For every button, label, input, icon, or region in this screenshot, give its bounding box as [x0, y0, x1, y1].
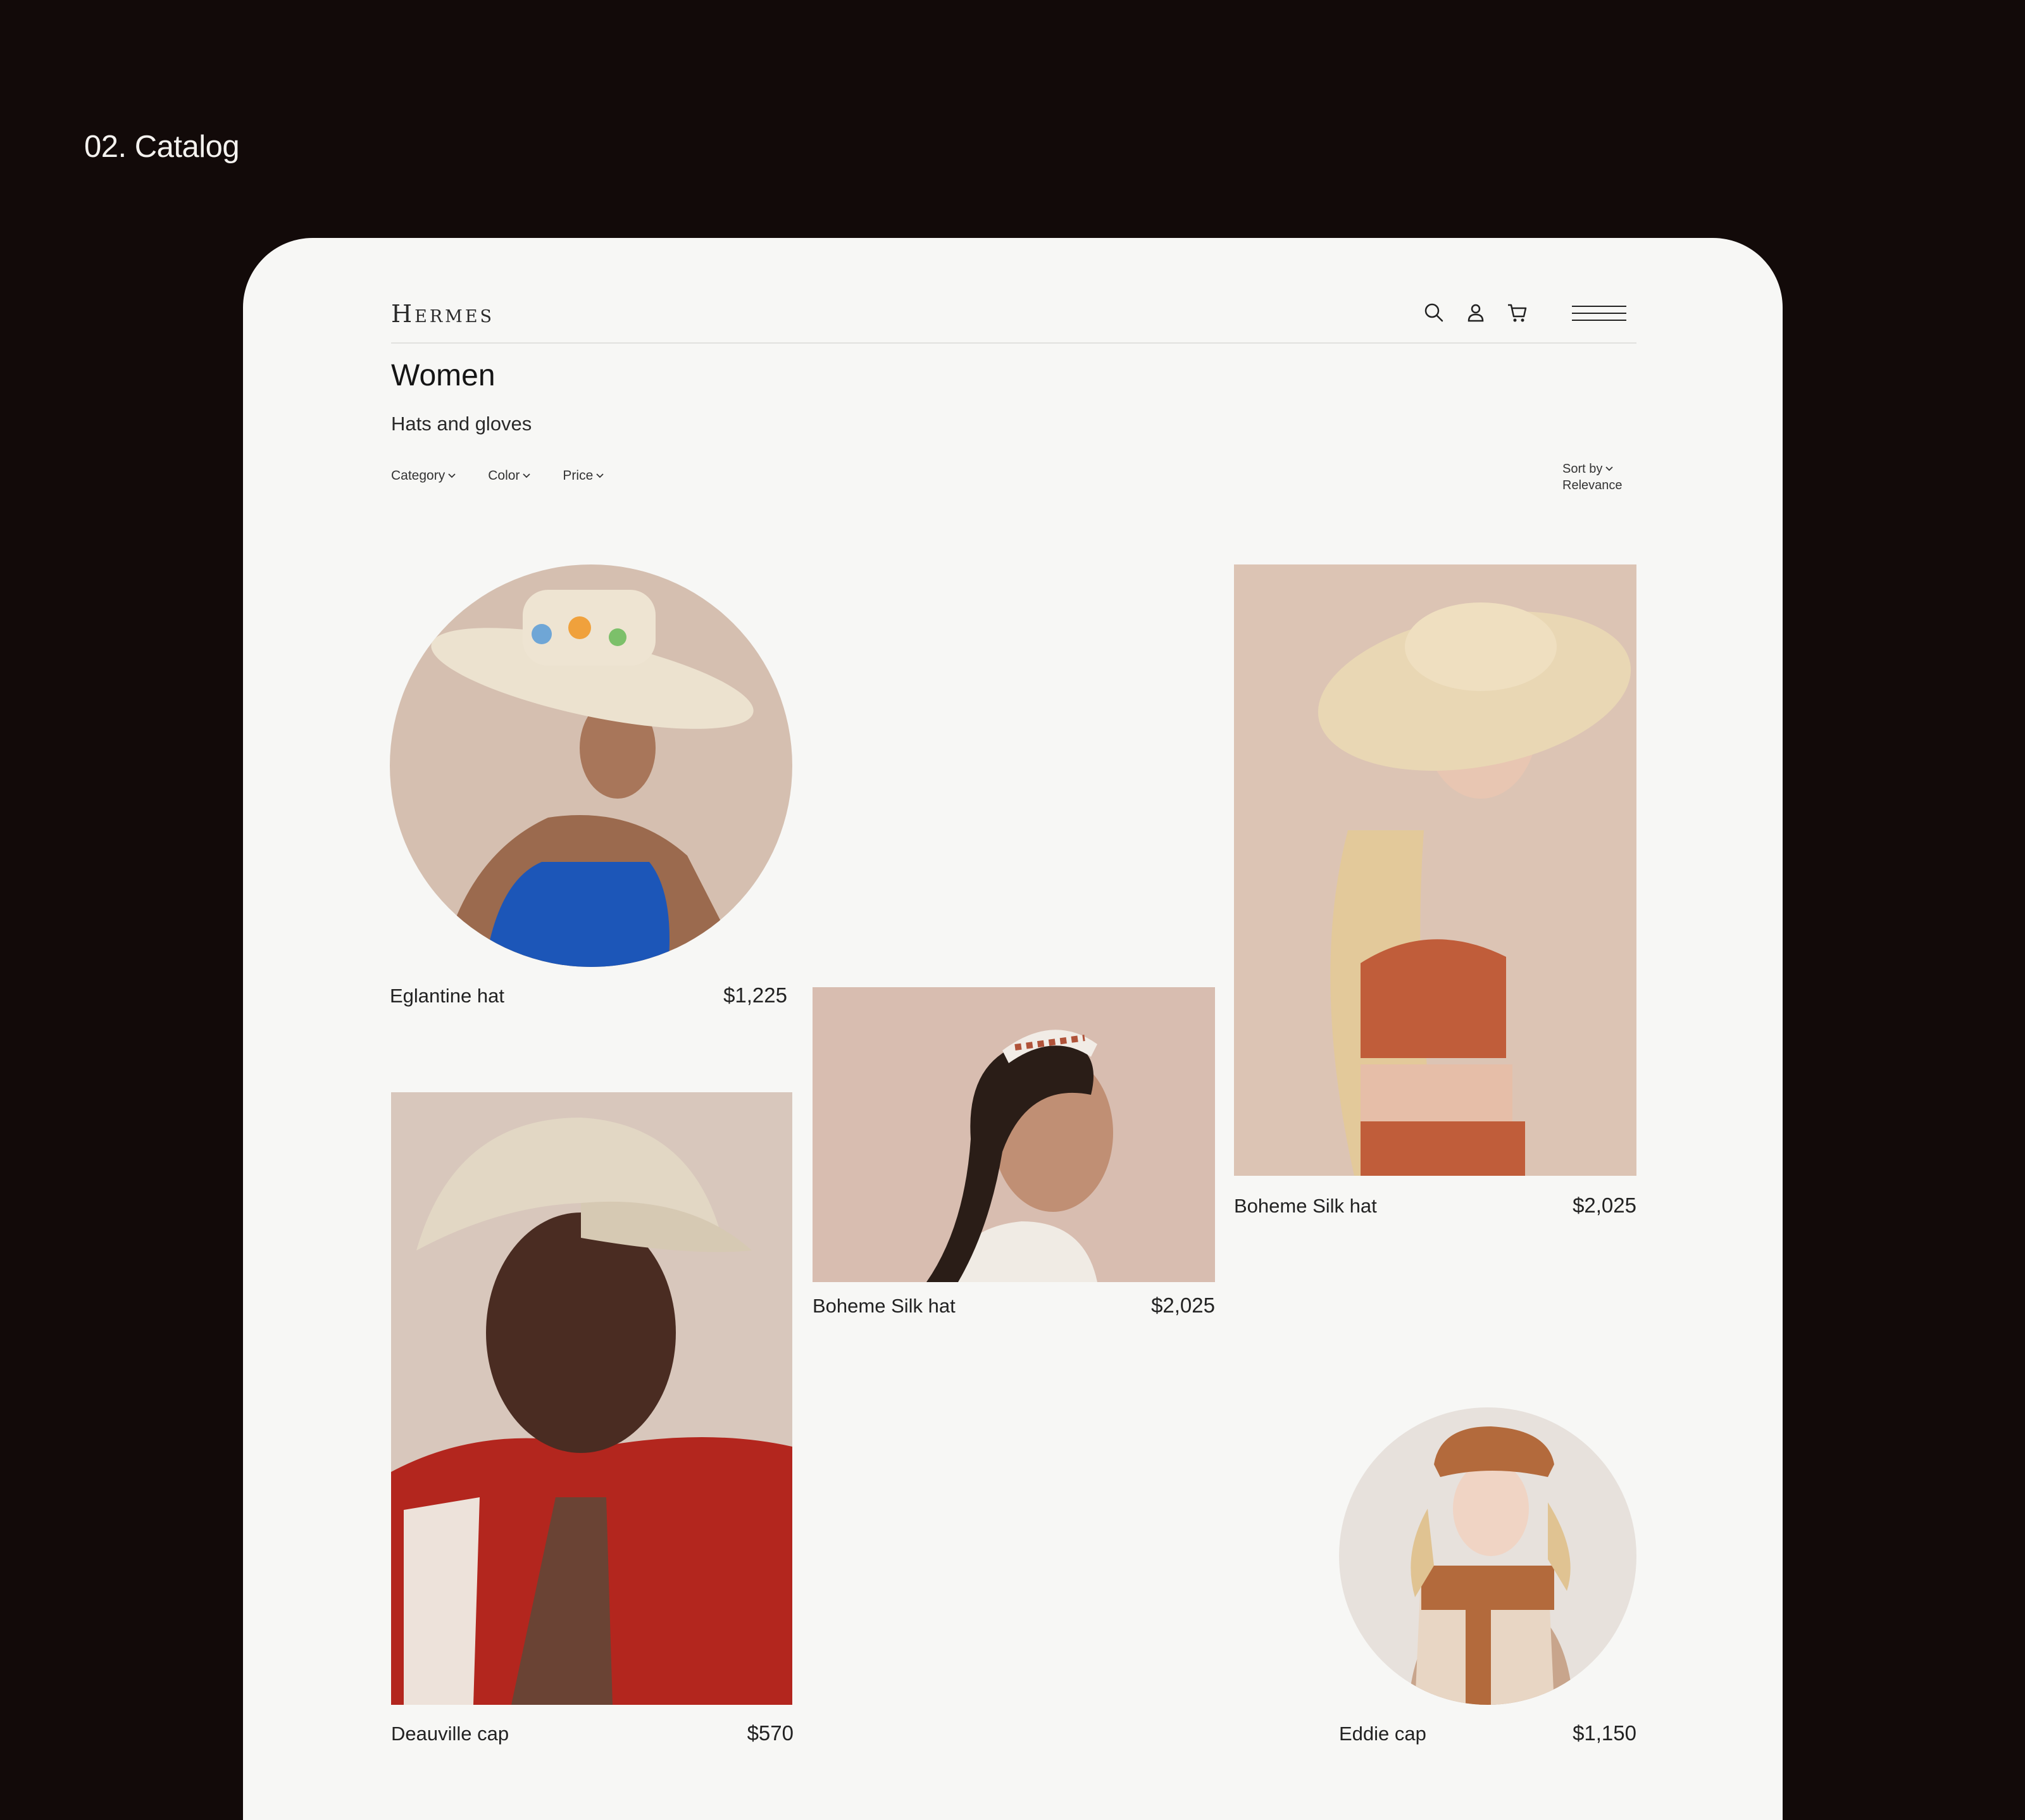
- sort-value: Relevance: [1562, 478, 1623, 492]
- product-price: $570: [747, 1721, 794, 1745]
- product-name[interactable]: Boheme Silk hat: [813, 1295, 956, 1318]
- product-card[interactable]: Deauville cap $570: [391, 1092, 794, 1820]
- product-image[interactable]: [1339, 1407, 1636, 1705]
- sort-dropdown[interactable]: Sort by Relevance: [1562, 461, 1623, 494]
- filter-color[interactable]: Color: [488, 468, 531, 483]
- product-image[interactable]: [390, 564, 792, 967]
- product-image[interactable]: [813, 987, 1215, 1282]
- catalog-page: Hermes Women Hats and gloves Category Co…: [243, 238, 1783, 1820]
- search-icon[interactable]: [1423, 301, 1445, 324]
- page-subtitle: Hats and gloves: [391, 413, 532, 435]
- header-divider: [391, 342, 1636, 344]
- chevron-down-icon: [448, 473, 456, 478]
- product-price: $1,225: [723, 983, 787, 1007]
- filter-label: Color: [488, 468, 520, 483]
- product-name[interactable]: Eglantine hat: [390, 985, 504, 1007]
- brand-logo[interactable]: Hermes: [391, 300, 494, 328]
- filter-label: Category: [391, 468, 446, 483]
- chevron-down-icon: [596, 473, 604, 478]
- product-name[interactable]: Deauville cap: [391, 1723, 509, 1745]
- filter-category[interactable]: Category: [391, 468, 456, 483]
- menu-icon[interactable]: [1572, 304, 1626, 323]
- filter-price[interactable]: Price: [563, 468, 604, 483]
- product-card[interactable]: Eddie cap $1,150: [1339, 1407, 1636, 1787]
- product-card[interactable]: Boheme Silk hat $2,025: [813, 987, 1215, 1367]
- product-name[interactable]: Eddie cap: [1339, 1723, 1426, 1745]
- product-image[interactable]: [391, 1092, 792, 1705]
- product-image[interactable]: [1234, 564, 1636, 1176]
- filter-label: Price: [563, 468, 594, 483]
- product-price: $1,150: [1573, 1721, 1636, 1745]
- header-icons: [1423, 301, 1529, 324]
- sort-label: Sort by: [1562, 462, 1603, 476]
- product-card[interactable]: Boheme Silk hat $2,025: [1234, 564, 1636, 1261]
- chevron-down-icon: [523, 473, 531, 478]
- section-label: 02. Catalog: [84, 130, 240, 164]
- page-title: Women: [391, 359, 495, 392]
- filter-bar: Category Color Price: [391, 468, 604, 483]
- cart-icon[interactable]: [1506, 301, 1529, 324]
- product-name[interactable]: Boheme Silk hat: [1234, 1195, 1377, 1218]
- user-icon[interactable]: [1464, 301, 1487, 324]
- chevron-down-icon: [1605, 466, 1613, 471]
- product-price: $2,025: [1573, 1194, 1636, 1217]
- product-price: $2,025: [1151, 1293, 1215, 1317]
